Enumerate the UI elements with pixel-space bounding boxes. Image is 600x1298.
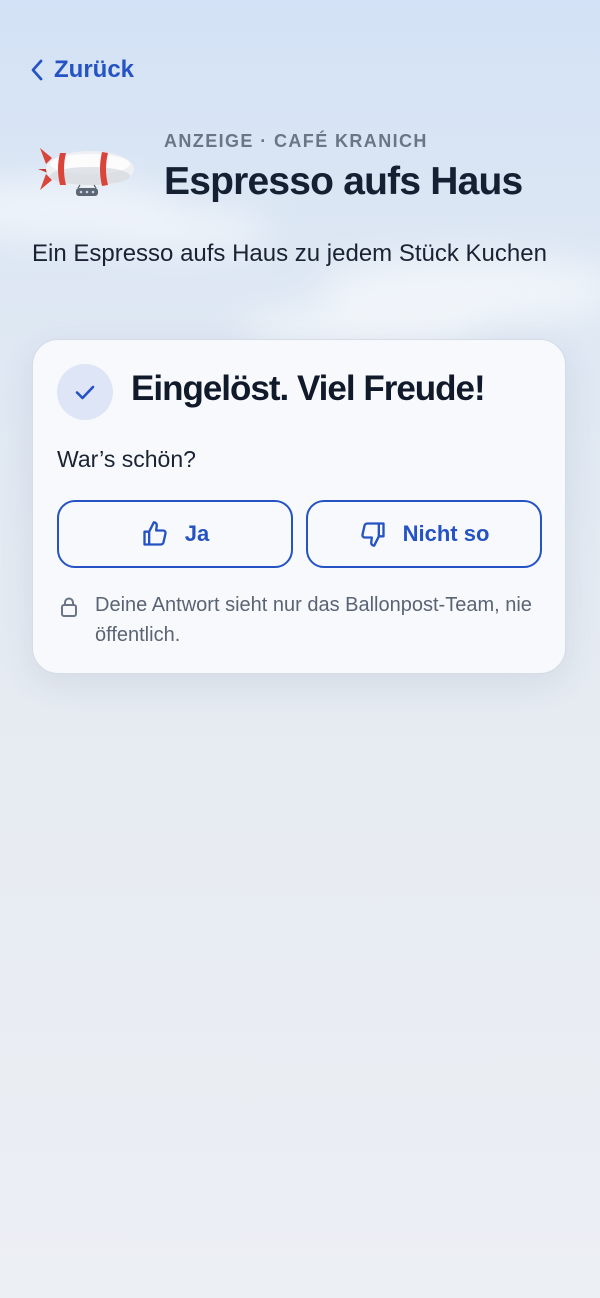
not-so-button[interactable]: Nicht so bbox=[306, 500, 542, 568]
feedback-question: War’s schön? bbox=[57, 446, 196, 472]
airship-icon bbox=[38, 140, 138, 204]
privacy-note: Deine Antwort sieht nur das Ballonpost-T… bbox=[59, 590, 549, 650]
not-so-label: Nicht so bbox=[402, 521, 490, 546]
check-icon bbox=[57, 364, 113, 420]
page-title: Espresso aufs Haus bbox=[164, 160, 523, 203]
privacy-text: Deine Antwort sieht nur das Ballonpost-T… bbox=[95, 594, 532, 646]
feedback-card: Eingelöst. Viel Freude! War’s schön? Ja … bbox=[32, 339, 566, 674]
back-label: Zurück bbox=[54, 56, 135, 83]
back-button[interactable]: Zurück bbox=[30, 52, 134, 88]
chevron-left-icon bbox=[30, 58, 44, 82]
thumbs-up-icon bbox=[141, 520, 169, 548]
thumbs-down-icon bbox=[359, 520, 387, 548]
lock-icon bbox=[59, 596, 79, 650]
yes-button[interactable]: Ja bbox=[57, 500, 293, 568]
ad-label: ANZEIGE · CAFÉ KRANICH bbox=[164, 131, 428, 151]
offer-description: Ein Espresso aufs Haus zu jedem Stück Ku… bbox=[32, 240, 547, 267]
yes-label: Ja bbox=[184, 521, 210, 546]
redeemed-title: Eingelöst. Viel Freude! bbox=[131, 369, 486, 408]
